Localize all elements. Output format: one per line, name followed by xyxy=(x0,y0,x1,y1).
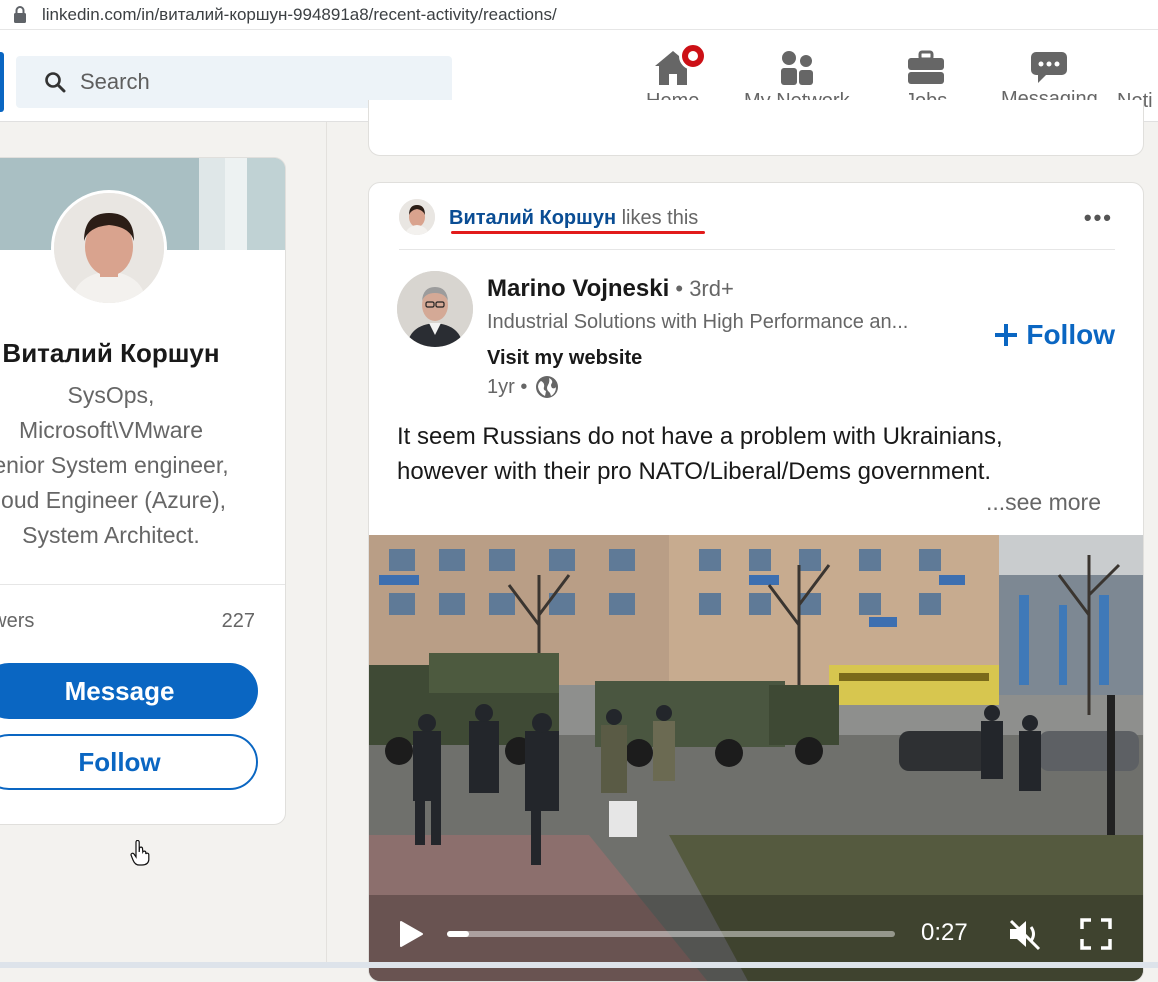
profile-card: Виталий Коршун SysOps, Microsoft\VMware … xyxy=(0,157,286,825)
author-name[interactable]: Marino Vojneski • 3rd+ xyxy=(487,275,734,303)
notification-badge xyxy=(678,42,707,70)
video-progress-fill xyxy=(447,931,470,937)
messaging-icon xyxy=(1030,46,1068,90)
muted-speaker-icon[interactable] xyxy=(1007,917,1043,956)
headline-line: Microsoft\VMware xyxy=(18,417,204,443)
column-divider xyxy=(326,122,327,968)
post-text: It seem Russians do not have a problem w… xyxy=(397,419,1097,489)
profile-name[interactable]: Виталий Коршун xyxy=(0,338,241,369)
headline-line: SysOps, xyxy=(67,382,155,408)
reactor-name-link[interactable]: Виталий Коршун xyxy=(449,207,616,229)
reactor-avatar[interactable] xyxy=(399,199,435,235)
profile-follow-button[interactable]: Follow xyxy=(0,734,258,790)
globe-icon xyxy=(536,376,559,398)
followers-label: owers xyxy=(0,610,35,632)
plus-icon xyxy=(995,324,1018,346)
headline-line: System Architect. xyxy=(22,522,200,548)
previous-post-card xyxy=(368,100,1144,156)
briefcase-icon xyxy=(906,46,946,90)
home-icon xyxy=(653,42,707,90)
post-time-text: 1yr • xyxy=(487,375,528,398)
url-text[interactable]: linkedin.com/in/виталий-коршун-994891a8/… xyxy=(42,5,557,25)
video-player[interactable]: 0:27 xyxy=(369,535,1143,981)
video-controls: 0:27 xyxy=(369,909,1143,959)
card-divider xyxy=(0,584,285,585)
browser-address-bar[interactable]: linkedin.com/in/виталий-коршун-994891a8/… xyxy=(0,0,1158,30)
play-icon[interactable] xyxy=(397,919,425,954)
lock-icon xyxy=(12,5,32,25)
search-icon xyxy=(45,72,66,93)
connection-degree: • 3rd+ xyxy=(669,276,734,301)
fullscreen-icon[interactable] xyxy=(1079,917,1113,956)
headline-line: loud Engineer (Azure), xyxy=(0,487,227,513)
post-card: Виталий Коршун likes this ••• Marino Voj… xyxy=(368,182,1144,982)
author-avatar[interactable] xyxy=(397,271,473,347)
profile-avatar[interactable] xyxy=(51,190,167,306)
headline-line: enior System engineer, xyxy=(0,452,229,478)
activity-action: likes this xyxy=(616,207,699,229)
network-icon xyxy=(777,46,817,90)
see-more-link[interactable]: ...see more xyxy=(986,489,1101,516)
post-timestamp: 1yr • xyxy=(487,375,559,399)
video-time: 0:27 xyxy=(921,919,968,946)
red-highlight-underline xyxy=(451,231,705,234)
hand-cursor-icon xyxy=(130,839,150,871)
post-text-line: however with their pro NATO/Liberal/Dems… xyxy=(397,458,992,485)
author-tagline: Industrial Solutions with High Performan… xyxy=(487,311,909,333)
post-divider xyxy=(399,249,1115,250)
more-options-icon[interactable]: ••• xyxy=(1084,205,1113,231)
bottom-edge xyxy=(0,962,1158,968)
post-follow-button[interactable]: Follow xyxy=(994,319,1115,351)
visit-website-link[interactable]: Visit my website xyxy=(487,347,642,370)
activity-context: Виталий Коршун likes this xyxy=(449,207,698,230)
linkedin-logo-edge[interactable] xyxy=(0,52,4,112)
search-placeholder: Search xyxy=(80,69,150,94)
profile-headline: SysOps, Microsoft\VMware enior System en… xyxy=(0,378,261,553)
video-progress-bar[interactable] xyxy=(447,931,895,937)
followers-count: 227 xyxy=(221,610,255,632)
post-text-line: It seem Russians do not have a problem w… xyxy=(397,423,1003,450)
post-follow-label: Follow xyxy=(1026,319,1115,350)
message-button[interactable]: Message xyxy=(0,663,258,719)
author-name-text[interactable]: Marino Vojneski xyxy=(487,275,669,302)
